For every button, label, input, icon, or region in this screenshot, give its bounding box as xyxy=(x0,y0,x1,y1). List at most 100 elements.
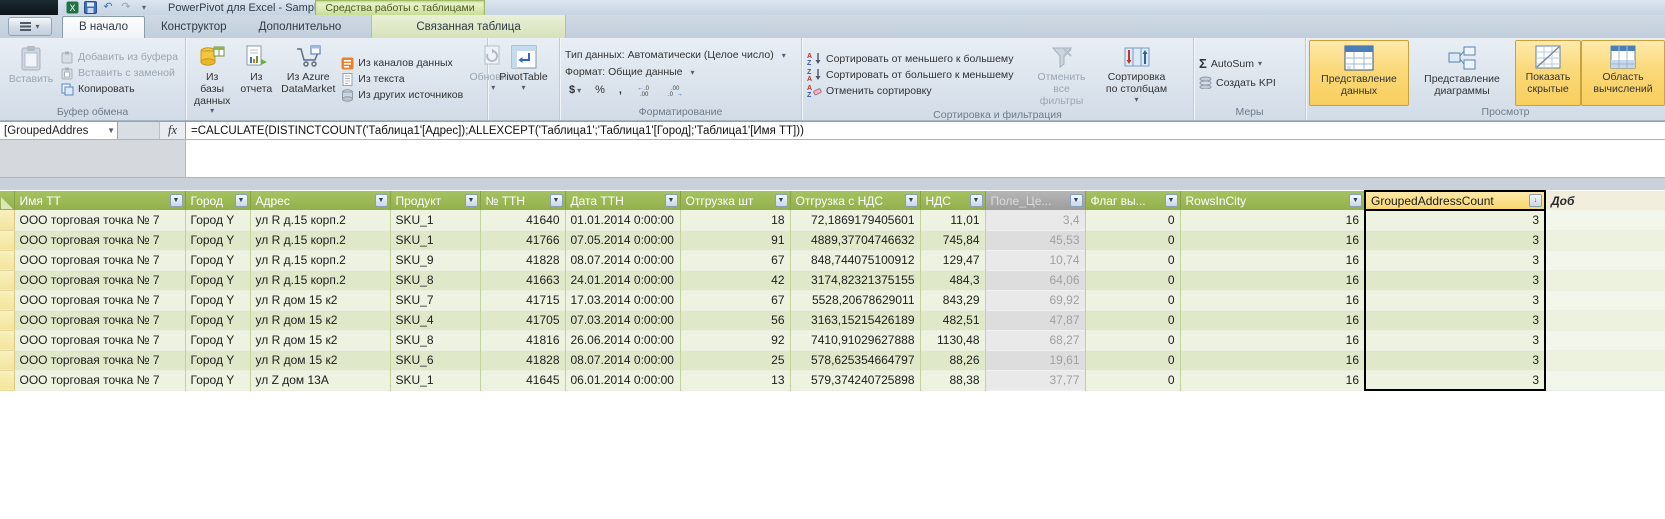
calculation-area-button[interactable]: Область вычислений xyxy=(1581,40,1665,106)
cell[interactable]: 41816 xyxy=(480,330,566,351)
cell[interactable]: 3 xyxy=(1364,250,1546,271)
cell[interactable]: 3 xyxy=(1364,310,1546,331)
column-header[interactable]: RowsInCity ▼ xyxy=(1180,191,1366,210)
cell[interactable]: 88,38 xyxy=(920,370,986,391)
column-header[interactable]: Флаг вы... ▼ xyxy=(1085,191,1181,210)
cell[interactable]: 3 xyxy=(1364,230,1546,251)
fx-button[interactable]: fx xyxy=(160,122,186,139)
cell[interactable]: 41640 xyxy=(480,210,566,231)
cell[interactable]: 16 xyxy=(1180,250,1366,271)
cell[interactable]: 0 xyxy=(1085,290,1181,311)
from-database-button[interactable]: Из базы данных ▾ xyxy=(189,40,235,118)
cell[interactable]: 3163,15215426189 xyxy=(790,310,921,331)
add-column-cell[interactable] xyxy=(1545,270,1665,291)
formula-input[interactable]: =CALCULATE(DISTINCTCOUNT('Таблица1'[Адре… xyxy=(186,122,1665,139)
filter-button[interactable]: ▼ xyxy=(1069,194,1083,207)
filter-button[interactable]: ▼ xyxy=(969,194,983,207)
cell[interactable]: ООО торговая точка № 7 xyxy=(14,290,186,311)
cell[interactable]: 19,61 xyxy=(985,350,1086,371)
cell[interactable]: 41663 xyxy=(480,270,566,291)
from-other-sources-button[interactable]: Из других источников xyxy=(341,88,463,102)
cell[interactable]: ул R д.15 корп.2 xyxy=(250,230,391,251)
cell[interactable]: 7410,91029627888 xyxy=(790,330,921,351)
cell[interactable]: Город Y xyxy=(185,290,251,311)
tab-advanced[interactable]: Дополнительно xyxy=(243,17,358,38)
cell[interactable]: ООО торговая точка № 7 xyxy=(14,350,186,371)
cell[interactable]: 69,92 xyxy=(985,290,1086,311)
cell[interactable]: ООО торговая точка № 7 xyxy=(14,230,186,251)
percent-button[interactable]: % xyxy=(591,83,609,97)
filter-button[interactable]: ▼ xyxy=(664,194,678,207)
cell[interactable]: 0 xyxy=(1085,270,1181,291)
cell[interactable]: 92 xyxy=(680,330,791,351)
cell[interactable]: ООО торговая точка № 7 xyxy=(14,310,186,331)
tab-design[interactable]: Конструктор xyxy=(145,17,243,38)
cell[interactable]: 1130,48 xyxy=(920,330,986,351)
cell[interactable]: 68,27 xyxy=(985,330,1086,351)
sort-ascending-button[interactable]: AZ Сортировать от меньшего к большему xyxy=(807,52,1014,66)
cell[interactable]: 0 xyxy=(1085,210,1181,231)
cell[interactable]: 47,87 xyxy=(985,310,1086,331)
row-header[interactable] xyxy=(0,210,15,231)
undo-icon[interactable]: ↶ xyxy=(101,1,115,14)
paste-button[interactable]: Вставить xyxy=(3,40,59,106)
cell[interactable]: 67 xyxy=(680,290,791,311)
add-column-cell[interactable] xyxy=(1545,330,1665,351)
cell[interactable]: 41715 xyxy=(480,290,566,311)
row-header[interactable] xyxy=(0,330,15,351)
filter-button[interactable]: ▼ xyxy=(374,194,388,207)
cell[interactable]: 745,84 xyxy=(920,230,986,251)
cell[interactable]: ул R дом 15 к2 xyxy=(250,350,391,371)
diagram-view-button[interactable]: Представление диаграммы xyxy=(1409,40,1515,106)
add-from-clipboard-button[interactable]: Добавить из буфера xyxy=(61,51,178,64)
cell[interactable]: SKU_7 xyxy=(390,290,481,311)
column-header[interactable]: Дата ТТН ▼ xyxy=(565,191,681,210)
cell[interactable]: 07.03.2014 0:00:00 xyxy=(565,310,681,331)
from-feeds-button[interactable]: Из каналов данных xyxy=(341,57,463,70)
cell[interactable]: 16 xyxy=(1180,350,1366,371)
column-header[interactable]: Город ▼ xyxy=(185,191,251,210)
from-azure-button[interactable]: Из Azure DataMarket xyxy=(277,40,339,118)
paste-replace-button[interactable]: Вставить с заменой xyxy=(61,67,178,80)
cell[interactable]: 07.05.2014 0:00:00 xyxy=(565,230,681,251)
column-header[interactable]: Отгрузка шт ▼ xyxy=(680,191,791,210)
cell[interactable]: ул R дом 15 к2 xyxy=(250,330,391,351)
cell[interactable]: 41766 xyxy=(480,230,566,251)
cell[interactable]: 3 xyxy=(1364,330,1546,351)
sort-indicator-button[interactable]: ↓ xyxy=(1529,194,1542,207)
column-header[interactable]: Адрес ▼ xyxy=(250,191,391,210)
cell[interactable]: ул R дом 15 к2 xyxy=(250,310,391,331)
cell[interactable]: 25 xyxy=(680,350,791,371)
from-report-button[interactable]: Из отчета xyxy=(235,40,277,118)
cell[interactable]: 16 xyxy=(1180,270,1366,291)
formula-edit-area[interactable] xyxy=(186,140,1665,177)
row-header[interactable] xyxy=(0,250,15,271)
select-all-corner[interactable] xyxy=(0,191,15,210)
cell[interactable]: 3 xyxy=(1364,370,1546,391)
filter-button[interactable]: ▼ xyxy=(1164,194,1178,207)
cell[interactable]: 0 xyxy=(1085,370,1181,391)
cell[interactable]: 843,29 xyxy=(920,290,986,311)
cell[interactable]: 579,374240725898 xyxy=(790,370,921,391)
add-column-cell[interactable] xyxy=(1545,310,1665,331)
cell[interactable]: SKU_8 xyxy=(390,330,481,351)
cell[interactable]: 13 xyxy=(680,370,791,391)
column-header[interactable]: Поле_Це... ▼ xyxy=(985,191,1086,210)
cell[interactable]: 129,47 xyxy=(920,250,986,271)
cell[interactable]: 3 xyxy=(1364,270,1546,291)
column-header[interactable]: GroupedAddressCount ↓ xyxy=(1364,190,1546,211)
clear-all-filters-button[interactable]: Отменить все фильтры xyxy=(1026,40,1098,109)
cell[interactable]: 3 xyxy=(1364,290,1546,311)
redo-icon[interactable]: ↷ xyxy=(119,1,133,14)
cell[interactable]: SKU_8 xyxy=(390,270,481,291)
filter-button[interactable]: ▼ xyxy=(904,194,918,207)
cell[interactable]: ул Z дом 13А xyxy=(250,370,391,391)
cell[interactable]: Город Y xyxy=(185,210,251,231)
cell[interactable]: 41828 xyxy=(480,250,566,271)
cell[interactable]: 01.01.2014 0:00:00 xyxy=(565,210,681,231)
row-header[interactable] xyxy=(0,350,15,371)
column-header[interactable]: НДС ▼ xyxy=(920,191,986,210)
filter-button[interactable]: ▼ xyxy=(774,194,788,207)
cell[interactable]: ООО торговая точка № 7 xyxy=(14,330,186,351)
cell[interactable]: 16 xyxy=(1180,370,1366,391)
